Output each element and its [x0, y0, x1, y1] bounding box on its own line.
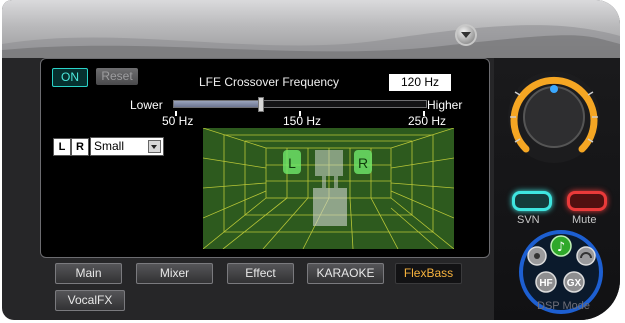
tick-label-250: 250 Hz	[408, 114, 447, 128]
speaker-size-value: Small	[94, 139, 125, 153]
tab-main[interactable]: Main	[55, 263, 122, 284]
right-channel-button[interactable]: R	[71, 138, 89, 156]
hf-mode-label: HF	[539, 278, 552, 289]
tick-label-150: 150 Hz	[283, 114, 322, 128]
mute-toggle[interactable]	[567, 191, 607, 211]
gx-mode-button[interactable]: GX	[563, 271, 585, 293]
tab-vocalfx[interactable]: VocalFX	[55, 290, 125, 311]
dropdown-arrow-icon	[148, 140, 161, 153]
right-speaker-label: R	[358, 155, 368, 171]
frequency-value: 120 Hz	[389, 74, 451, 91]
svg-text:♪: ♪	[557, 240, 565, 255]
top-band	[2, 0, 620, 58]
dsp-mode-label: DSP Mode	[537, 300, 590, 312]
tab-flexbass[interactable]: FlexBass	[395, 263, 462, 284]
left-channel-button[interactable]: L	[53, 138, 71, 156]
tab-karaoke[interactable]: KARAOKE	[307, 263, 384, 284]
crossover-slider[interactable]	[173, 100, 427, 108]
slider-fill	[174, 101, 262, 107]
tab-mixer[interactable]: Mixer	[136, 263, 213, 284]
gx-mode-label: GX	[567, 278, 582, 289]
music-note-icon[interactable]: ♪	[550, 235, 572, 257]
room-visualization: L R	[203, 128, 454, 249]
svn-label: SVN	[517, 214, 540, 226]
headphones-icon[interactable]	[576, 246, 596, 266]
higher-label: Higher	[427, 98, 463, 112]
svn-toggle[interactable]	[512, 191, 552, 211]
speaker-icon[interactable]	[527, 246, 547, 266]
volume-knob-icon[interactable]	[506, 69, 602, 165]
tick-label-50: 50 Hz	[162, 114, 194, 128]
down-arrow-icon[interactable]	[455, 24, 477, 46]
left-speaker-label: L	[288, 155, 296, 171]
slider-thumb[interactable]	[258, 97, 264, 112]
subwoofer	[313, 188, 347, 226]
lower-label: Lower	[130, 98, 163, 112]
lfe-title: LFE Crossover Frequency	[199, 75, 340, 89]
hf-mode-button[interactable]: HF	[535, 271, 557, 293]
on-button[interactable]: ON	[52, 68, 88, 87]
decorative-wave	[2, 25, 620, 58]
mute-label: Mute	[572, 214, 597, 226]
center-speaker	[315, 150, 343, 176]
reset-button[interactable]: Reset	[96, 68, 138, 85]
speaker-size-select[interactable]: Small	[90, 137, 164, 156]
tab-effect[interactable]: Effect	[227, 263, 294, 284]
